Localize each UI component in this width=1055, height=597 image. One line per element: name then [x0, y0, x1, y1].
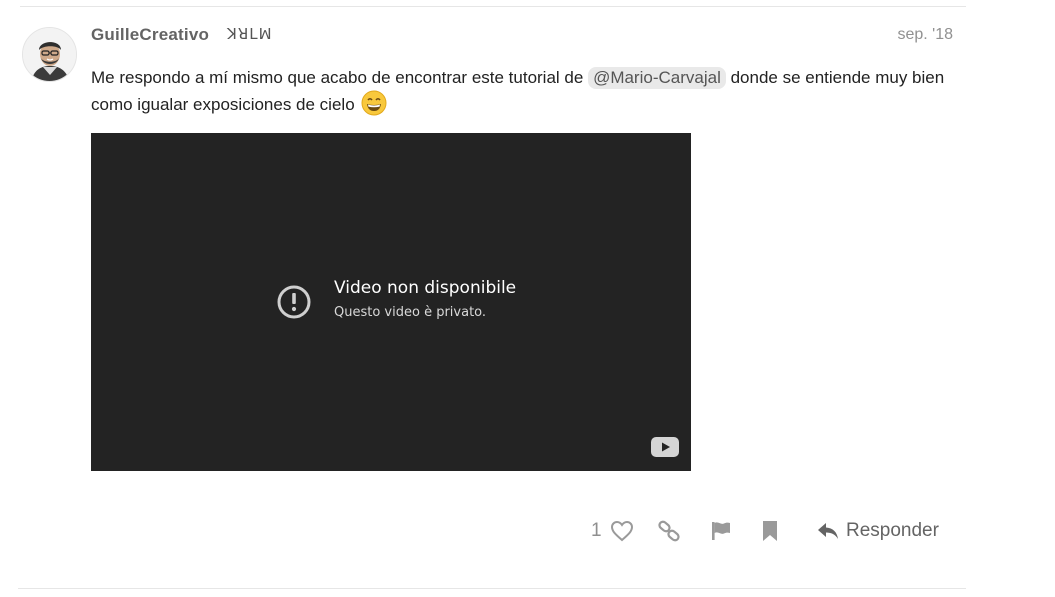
post-actions: 1 Responder: [0, 513, 1055, 549]
video-unavailable-subtitle: Questo video è privato.: [334, 305, 487, 320]
bottom-divider: [18, 588, 966, 589]
post-date[interactable]: sep. '18: [897, 26, 953, 44]
reply-button[interactable]: Responder: [816, 517, 939, 545]
post-body: Me respondo a mí mismo que acabo de enco…: [91, 66, 961, 123]
video-embed[interactable]: Video non disponibile Questo video è pri…: [91, 133, 691, 471]
avatar[interactable]: [22, 27, 77, 82]
user-mention-link[interactable]: @Mario-Carvajal: [588, 67, 726, 89]
flag-icon[interactable]: [709, 520, 733, 542]
grinning-face-emoji-icon: [361, 90, 387, 123]
author-username[interactable]: GuilleCreativo: [91, 25, 209, 45]
exclamation-circle-icon: [277, 285, 311, 319]
author-flair: ꓘꓤꓡꟽ: [227, 25, 273, 43]
like-count[interactable]: 1: [591, 520, 602, 542]
youtube-icon[interactable]: [651, 437, 679, 457]
top-divider: [20, 6, 966, 7]
reply-label: Responder: [846, 520, 939, 541]
bookmark-icon[interactable]: [758, 520, 782, 542]
heart-icon[interactable]: [610, 520, 634, 542]
video-unavailable-title: Video non disponibile: [334, 278, 517, 298]
link-icon[interactable]: [657, 520, 681, 542]
reply-icon: [818, 523, 838, 539]
post-text-part-1: Me respondo a mí mismo que acabo de enco…: [91, 68, 589, 87]
avatar-illustration: [23, 28, 76, 81]
